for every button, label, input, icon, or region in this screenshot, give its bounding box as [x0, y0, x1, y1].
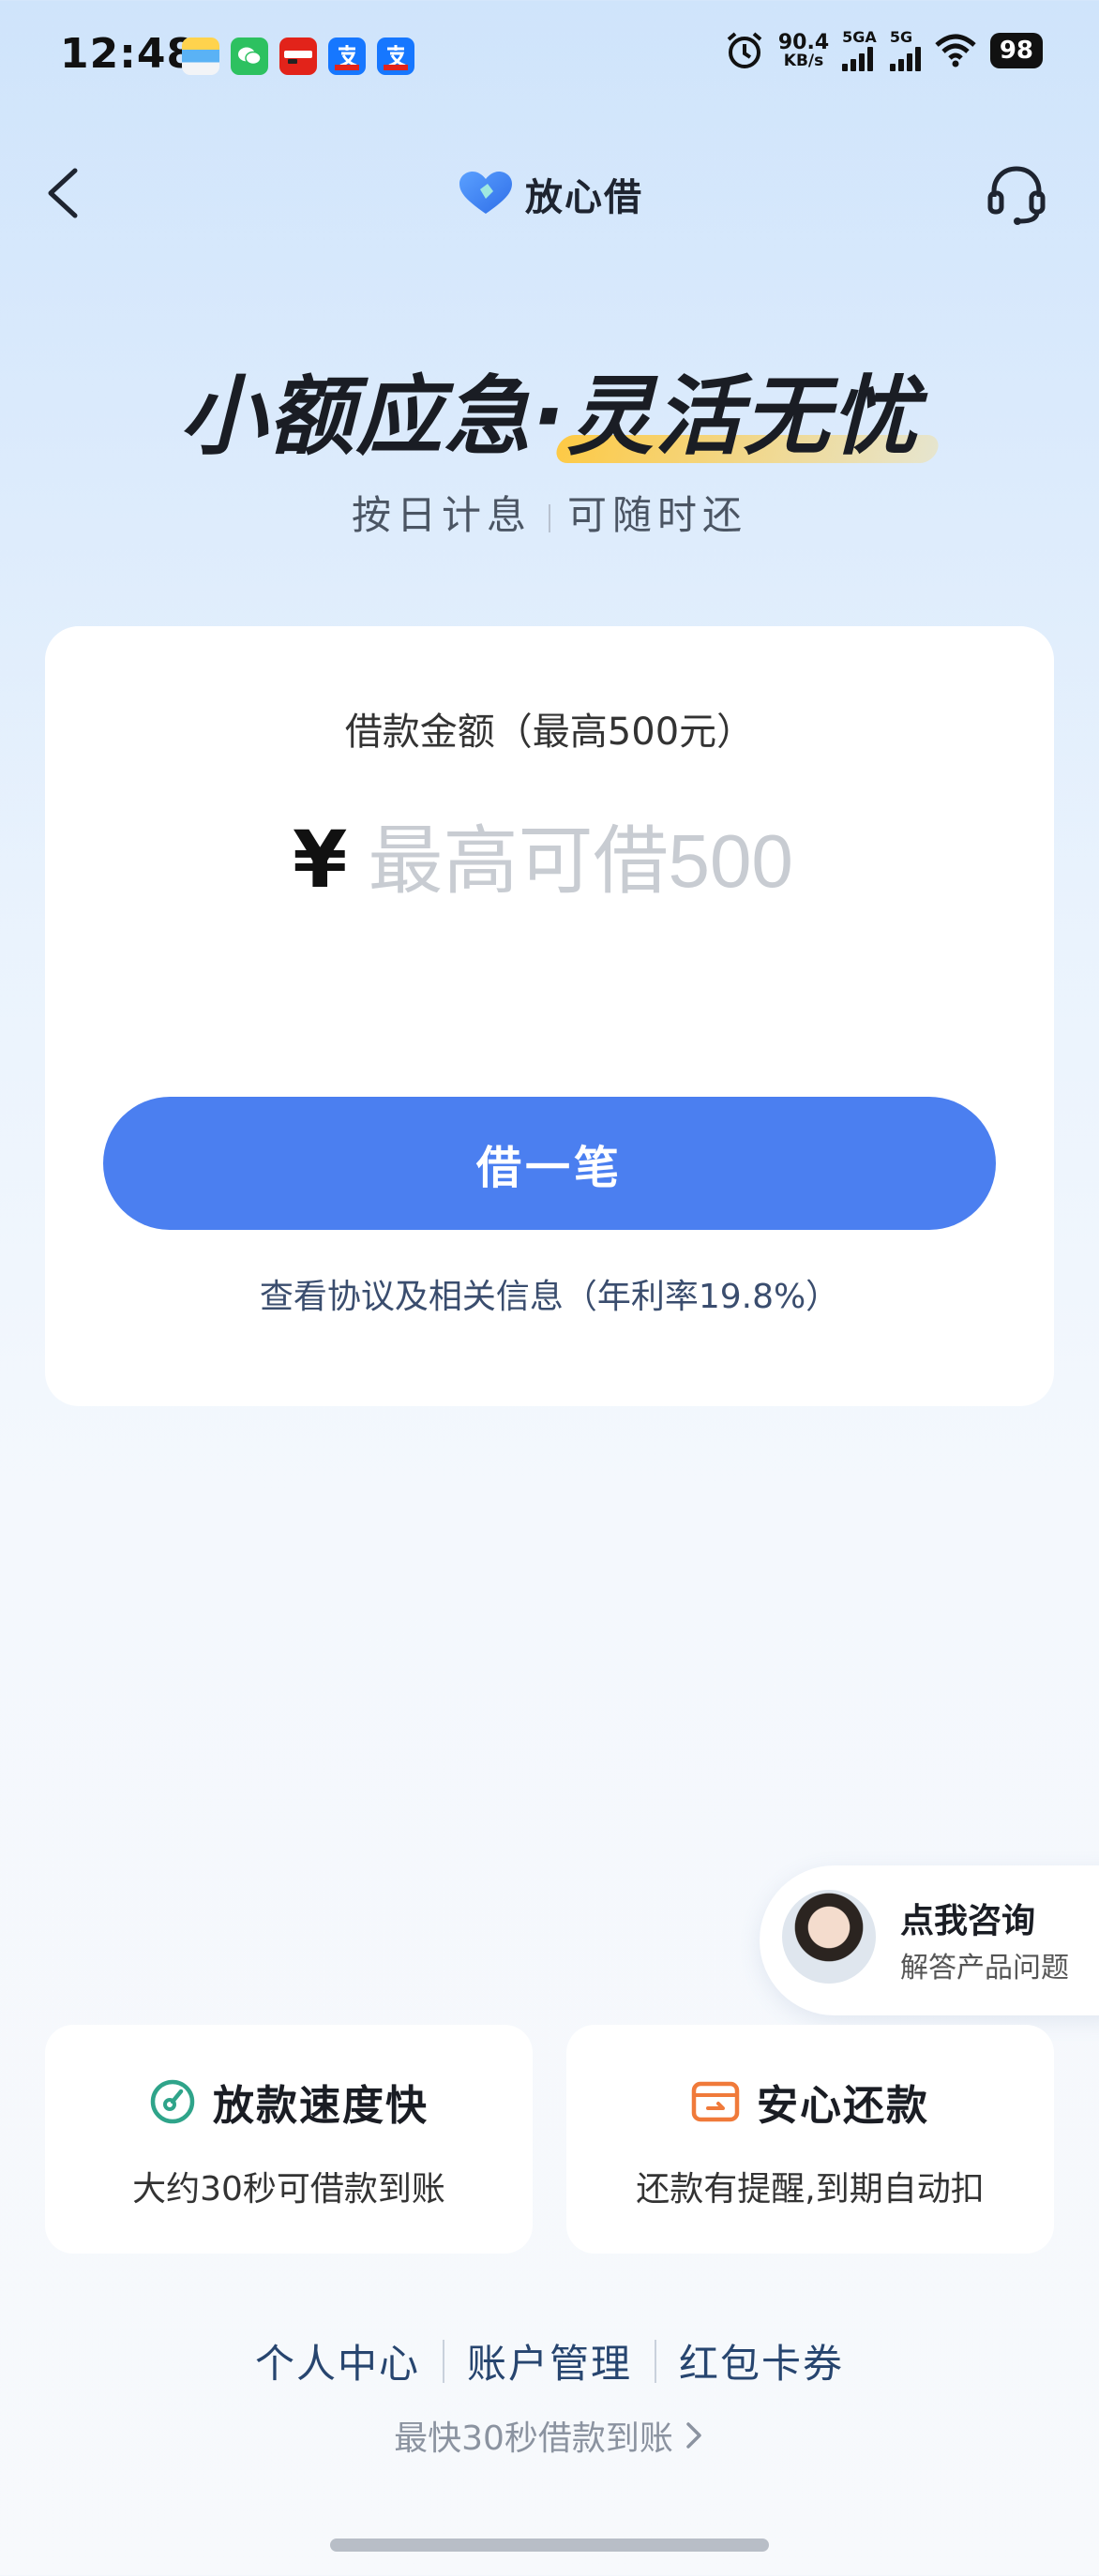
brand-logo-icon — [459, 172, 512, 214]
wallet-icon — [182, 37, 219, 75]
consult-button[interactable]: 点我咨询 解答产品问题 — [760, 1865, 1099, 2015]
currency-symbol: ¥ — [293, 814, 348, 906]
brand-name: 放心借 — [525, 176, 643, 219]
hero-title-part2: 灵活无忧 — [566, 367, 920, 467]
amount-input[interactable] — [368, 818, 894, 905]
fast-arrival-link[interactable]: 最快30秒借款到账 — [0, 2411, 1099, 2460]
notification-icons — [182, 37, 414, 75]
bottom-links: 个人中心 账户管理 红包卡券 — [0, 2332, 1099, 2389]
home-indicator[interactable] — [330, 2539, 769, 2552]
loan-card: 借款金额（最高500元） ¥ 借一笔 查看协议及相关信息（年利率19.8%） — [45, 626, 1054, 1406]
hero-title-part1: 小额应急· — [179, 367, 567, 467]
amount-label: 借款金额（最高500元） — [344, 711, 755, 754]
sim2-signal: 5G — [889, 30, 921, 71]
feature-desc: 大约30秒可借款到账 — [132, 2170, 445, 2209]
customer-service-button[interactable] — [983, 161, 1050, 229]
hero-subtitle: 按日计息 可随时还 — [0, 484, 1099, 541]
status-time: 12:48 — [60, 30, 197, 78]
status-indicators: 90.4 KB/s 5GA 5G 98 — [724, 30, 1043, 71]
sim1-signal: 5GA — [842, 30, 877, 71]
signal-bars-icon — [842, 47, 874, 71]
link-coupons[interactable]: 红包卡券 — [656, 2332, 866, 2389]
chevron-right-icon — [686, 2422, 701, 2449]
consult-title: 点我咨询 — [900, 1902, 1036, 1940]
wechat-icon — [231, 37, 268, 75]
feature-desc: 还款有提醒,到期自动扣 — [636, 2170, 985, 2209]
divider — [549, 503, 550, 532]
feature-card-speed: 放款速度快 大约30秒可借款到账 — [45, 2025, 533, 2254]
brand: 放心借 — [458, 167, 643, 221]
borrow-button[interactable]: 借一笔 — [103, 1097, 996, 1230]
alipay-icon — [328, 37, 366, 75]
headset-icon — [987, 166, 1046, 225]
network-speed: 90.4 KB/s — [777, 30, 830, 70]
alipay-icon — [377, 37, 414, 75]
wifi-icon — [935, 34, 976, 67]
alarm-icon — [727, 32, 762, 68]
consult-subtitle: 解答产品问题 — [900, 1952, 1069, 1984]
hero-subtitle-right: 可随时还 — [567, 492, 748, 538]
hero-subtitle-left: 按日计息 — [351, 492, 532, 538]
agent-avatar — [782, 1890, 876, 1984]
battery-indicator: 98 — [989, 33, 1043, 68]
wallet-card-icon — [691, 2081, 740, 2122]
signal-bars-icon — [889, 47, 921, 71]
feature-title: 安心还款 — [757, 2082, 929, 2130]
chevron-left-icon — [48, 168, 78, 218]
feature-title: 放款速度快 — [213, 2082, 429, 2130]
hero-title: 小额应急·灵活无忧 — [0, 347, 1099, 472]
back-button[interactable] — [38, 159, 94, 225]
amount-row: ¥ — [293, 814, 894, 906]
feature-card-repay: 安心还款 还款有提醒,到期自动扣 — [566, 2025, 1054, 2254]
status-bar: 12:48 90.4 KB/s 5GA 5G 98 — [0, 0, 1099, 112]
china-unionpay-icon — [279, 37, 317, 75]
agreement-link[interactable]: 查看协议及相关信息（年利率19.8%） — [45, 1269, 1054, 1318]
link-personal-center[interactable]: 个人中心 — [233, 2332, 443, 2389]
fast-arrival-text: 最快30秒借款到账 — [394, 2419, 673, 2458]
link-account-management[interactable]: 账户管理 — [444, 2332, 655, 2389]
speedometer-icon — [150, 2079, 195, 2124]
